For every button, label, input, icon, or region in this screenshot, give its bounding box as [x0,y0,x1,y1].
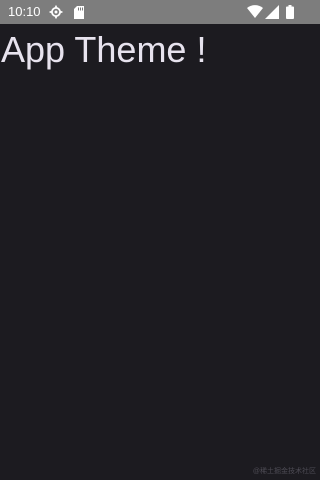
battery-icon [282,4,298,20]
wifi-icon [247,4,263,20]
cellular-signal-icon [264,4,280,20]
sd-card-icon [71,4,87,20]
page-title: App Theme ! [1,29,207,70]
watermark: @稀土掘金技术社区 [252,468,316,475]
settings-icon [48,4,64,20]
status-time: 10:10 [8,4,41,19]
status-bar: 10:10 [0,0,320,24]
app-screen: 10:10 App Theme ! @稀土掘金技术社区 [0,0,320,480]
